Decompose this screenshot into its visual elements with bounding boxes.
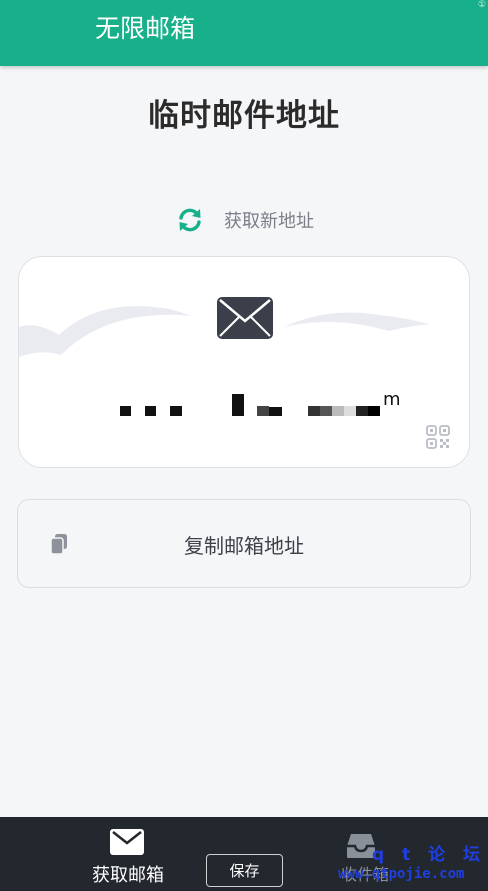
tab-get-mailbox[interactable]: 获取邮箱 bbox=[86, 817, 170, 891]
cloud-background bbox=[19, 306, 469, 467]
tab-get-mailbox-label: 获取邮箱 bbox=[92, 865, 164, 886]
email-address-obscured bbox=[19, 392, 469, 426]
save-button[interactable]: 保存 bbox=[206, 854, 283, 887]
app-title: 无限邮箱 bbox=[95, 14, 196, 43]
page-title: 临时邮件地址 bbox=[148, 98, 340, 134]
copy-address-label: 复制邮箱地址 bbox=[184, 534, 304, 558]
watermark-url: www.qtpojie.com bbox=[338, 866, 465, 882]
get-new-address-button[interactable]: 获取新地址 bbox=[176, 203, 314, 237]
qr-code-icon[interactable] bbox=[426, 425, 450, 449]
envelope-icon bbox=[110, 829, 144, 855]
email-address-card: m bbox=[18, 256, 470, 468]
corner-mark: ① bbox=[477, 0, 486, 10]
watermark-forum-name: q t 论 坛 bbox=[372, 845, 487, 865]
app-header: 无限邮箱 ① bbox=[0, 0, 488, 66]
get-new-address-label: 获取新地址 bbox=[224, 211, 314, 232]
copy-address-button[interactable]: 复制邮箱地址 bbox=[17, 499, 471, 588]
envelope-icon bbox=[217, 297, 273, 339]
email-address-suffix: m bbox=[383, 389, 401, 410]
refresh-icon bbox=[179, 208, 201, 232]
